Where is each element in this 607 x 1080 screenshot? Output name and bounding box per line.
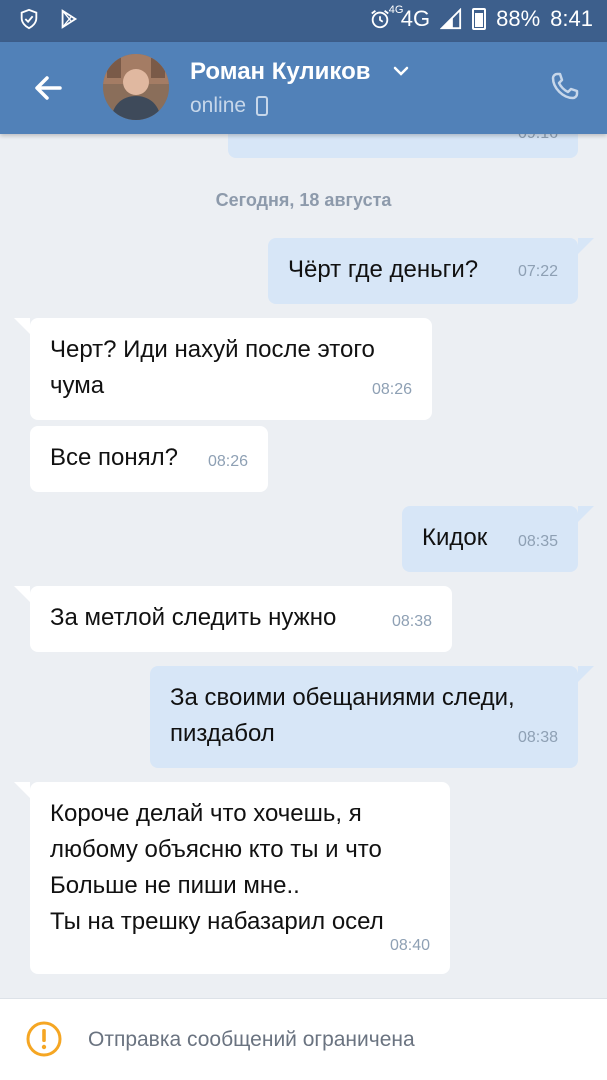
message-time: 08:26 [371,381,412,398]
signal-icon [440,8,462,30]
message-bubble-incoming[interactable]: Черт? Иди нахуй после этого чума 08:26 [30,318,432,420]
message-bubble-incoming[interactable]: Все понял? 08:26 [30,426,268,492]
back-arrow-icon[interactable] [28,68,68,108]
restriction-notice: Отправка сообщений ограничена [88,1028,415,1051]
bubble-tail [14,782,30,798]
contact-name[interactable]: Роман Куликов [190,58,371,86]
message-bubble-outgoing[interactable]: Чёрт где деньги? 07:22 [268,238,578,304]
network-type: 4G 4G [388,4,431,31]
alarm-icon [370,10,389,29]
bubble-tail [14,586,30,602]
message-text-line: Больше не пиши мне.. [50,872,300,899]
message-bubble-incoming[interactable]: За метлой следить нужно 08:38 [30,586,452,652]
message-bubble-outgoing[interactable]: За своими обещаниями следи, пиздабол 08:… [150,666,578,768]
bubble-tail [578,666,594,682]
message-time: 07:22 [517,263,558,280]
bubble-tail [14,318,30,334]
phone-icon[interactable] [549,70,581,102]
message-bubble-previous[interactable]: 09:16 [228,134,578,158]
play-store-icon [61,9,78,29]
status-bar: 4G 4G 88% 8:41 [0,0,607,42]
mobile-icon [256,96,269,116]
battery-icon [472,8,487,30]
message-time: 08:35 [517,533,558,550]
message-time: 08:40 [389,937,430,954]
message-text-line: Короче делай что хочешь, я [50,800,362,827]
message-text-line: За своими обещаниями следи, [170,684,515,711]
message-bubble-incoming[interactable]: Короче делай что хочешь, я любому объясн… [30,782,450,974]
message-list[interactable]: 09:16 Сегодня, 18 августа Чёрт где деньг… [0,134,607,998]
chat-header: Роман Куликов online [0,42,607,134]
clock: 8:41 [550,6,593,31]
message-text-line: пиздабол [170,720,275,747]
message-text: Чёрт где деньги? [288,256,479,283]
message-text: Кидок [422,524,488,551]
message-text-line: Ты на трешку набазарил осел [50,908,384,935]
message-text: За метлой следить нужно [50,604,337,631]
date-separator: Сегодня, 18 августа [215,190,392,210]
message-text-line: чума [50,372,105,399]
message-text-line: Черт? Иди нахуй после этого [50,336,375,363]
chevron-down-icon[interactable] [392,62,410,80]
message-text: Все понял? [50,444,178,471]
warning-icon [26,1021,62,1057]
message-bubble-outgoing[interactable]: Кидок 08:35 [402,506,578,572]
message-time: 08:38 [391,613,432,630]
online-status: online [190,94,269,118]
bubble-tail [578,238,594,254]
avatar[interactable] [103,54,169,120]
message-time: 08:26 [207,453,248,470]
bubble-tail [578,506,594,522]
message-time: 08:38 [517,729,558,746]
message-text-line: любому объясню кто ты и что [50,836,382,863]
message-time: 09:16 [518,134,558,152]
shield-icon [20,8,38,30]
message-restriction-bar: Отправка сообщений ограничена [0,998,607,1080]
battery-percent: 88% [496,6,541,31]
